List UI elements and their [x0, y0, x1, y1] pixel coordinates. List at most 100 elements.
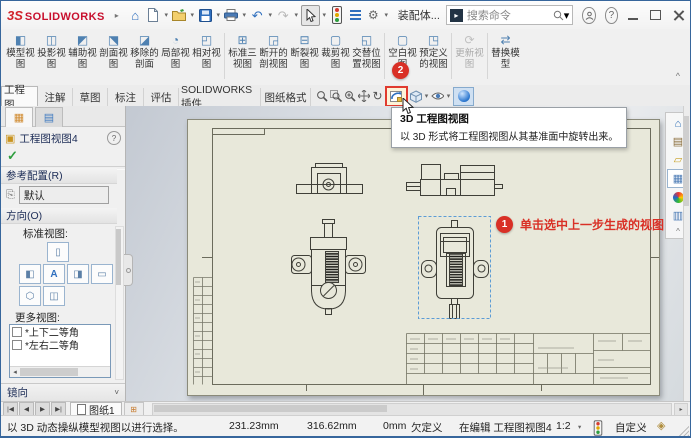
- file-explorer-button[interactable]: ▱: [668, 151, 683, 168]
- nav-prev-button[interactable]: ◀: [19, 402, 34, 416]
- back-view-button[interactable]: ▭: [91, 264, 113, 284]
- print-button[interactable]: [223, 6, 240, 25]
- checkbox-icon[interactable]: [12, 327, 22, 337]
- ribbon-relative-view-button[interactable]: ◰相对视图: [191, 29, 222, 70]
- top-view-button[interactable]: ◫: [43, 286, 65, 306]
- add-sheet-tab[interactable]: ⊞: [124, 402, 144, 416]
- unit-system[interactable]: 自定义: [615, 420, 647, 435]
- listbox-hscrollbar[interactable]: ◂: [10, 366, 110, 377]
- nav-next-button[interactable]: ▶: [35, 402, 50, 416]
- tags-icon[interactable]: ◈: [657, 419, 665, 432]
- open-dropdown-icon[interactable]: ▾: [189, 11, 196, 19]
- orientation-header[interactable]: 方向(O): [1, 208, 117, 224]
- redo-dropdown-icon[interactable]: ▾: [293, 11, 300, 19]
- search-dropdown-icon[interactable]: ▾: [564, 9, 570, 22]
- drawing-view-selected[interactable]: [422, 221, 489, 319]
- feature-manager-tab[interactable]: ▤: [35, 107, 63, 127]
- tab-sketch[interactable]: 草图: [73, 88, 108, 106]
- command-search[interactable]: ▸ 搜索命令 ▾: [446, 5, 573, 25]
- sheet-tab[interactable]: 图纸1: [70, 402, 122, 416]
- options-button[interactable]: ⚙: [365, 6, 382, 25]
- drawing-viewport[interactable]: 1 单击选中上一步生成的视图 ⌂ ▤ ▱ ▦ ▥ ^: [126, 106, 683, 401]
- select-dropdown-icon[interactable]: ▾: [321, 11, 328, 19]
- save-dropdown-icon[interactable]: ▾: [215, 11, 222, 19]
- ribbon-predefined-view-button[interactable]: ◳预定义的视图: [418, 29, 449, 70]
- reference-config-header[interactable]: 参考配置(R): [1, 168, 117, 184]
- open-button[interactable]: [171, 6, 188, 25]
- nav-first-button[interactable]: |◀: [3, 402, 18, 416]
- annotation-view-button[interactable]: A: [43, 264, 65, 284]
- save-button[interactable]: [197, 6, 214, 25]
- home-button[interactable]: ⌂: [127, 6, 144, 25]
- view-orientation-dropdown-icon[interactable]: ▾: [423, 92, 430, 100]
- login-button[interactable]: [582, 7, 595, 24]
- custom-properties-button[interactable]: ▥: [668, 207, 683, 224]
- right-view-button[interactable]: ◨: [67, 264, 89, 284]
- zoom-in-out-button[interactable]: [343, 88, 356, 104]
- nav-last-button[interactable]: ▶|: [51, 402, 66, 416]
- ribbon-removed-section-button[interactable]: ◪移除的剖面: [129, 29, 160, 70]
- resources-button[interactable]: ⌂: [668, 115, 683, 132]
- ok-button[interactable]: ✓: [7, 148, 18, 164]
- scroll-right-button[interactable]: ▸: [674, 403, 688, 416]
- tab-sheet-format[interactable]: 图纸格式: [261, 88, 311, 106]
- ribbon-detail-view-button[interactable]: ◔局部视图: [160, 29, 191, 70]
- resize-grip[interactable]: [679, 426, 689, 436]
- ribbon-projected-view-button[interactable]: ◫投影视图: [36, 29, 67, 70]
- close-button[interactable]: [673, 10, 684, 20]
- panel-vscrollbar[interactable]: [115, 226, 124, 380]
- help-button[interactable]: ?: [605, 7, 618, 24]
- tab-drawing[interactable]: 工程图: [1, 86, 38, 106]
- appearances-button[interactable]: [668, 189, 683, 206]
- search-icon[interactable]: [553, 10, 564, 21]
- pan-button[interactable]: [357, 88, 370, 104]
- checkbox-icon[interactable]: [12, 340, 22, 350]
- drawing-sheet[interactable]: 1 单击选中上一步生成的视图: [187, 119, 660, 396]
- left-view-button[interactable]: ◧: [19, 264, 41, 284]
- select-button[interactable]: [301, 5, 320, 26]
- panel-splitter-handle[interactable]: [124, 254, 133, 286]
- scroll-thumb[interactable]: [684, 116, 689, 206]
- new-dropdown-icon[interactable]: ▾: [163, 11, 170, 19]
- tab-addins[interactable]: SOLIDWORKS 插件: [179, 88, 261, 106]
- zoom-area-button[interactable]: [329, 88, 342, 104]
- property-manager-tab[interactable]: ▦: [5, 107, 33, 127]
- scale-dropdown-icon[interactable]: ▾: [578, 423, 581, 431]
- print-dropdown-icon[interactable]: ▾: [241, 11, 248, 19]
- ribbon-section-view-button[interactable]: ⬔剖面视图: [98, 29, 129, 70]
- unit-dropdown-icon[interactable]: ▾: [643, 423, 646, 431]
- view-palette-button[interactable]: ▦: [667, 169, 683, 188]
- ribbon-break-view-button[interactable]: ⊟断裂视图: [289, 29, 320, 70]
- toolbar-flyout-icon[interactable]: ▸: [115, 11, 119, 20]
- tab-annotation[interactable]: 注解: [38, 88, 73, 106]
- scroll-left-icon[interactable]: ◂: [10, 368, 20, 376]
- ribbon-alternate-position-button[interactable]: ◱交替位置视图: [351, 29, 382, 70]
- sheet-scale[interactable]: 1:2: [556, 420, 571, 432]
- scroll-thumb[interactable]: [116, 229, 121, 285]
- undo-button[interactable]: ↶: [249, 6, 266, 25]
- ribbon-auxiliary-view-button[interactable]: ◩辅助视图: [67, 29, 98, 70]
- drawing-view-top-right[interactable]: [407, 165, 503, 196]
- viewport-vscrollbar[interactable]: [683, 106, 690, 401]
- ribbon-replace-model-button[interactable]: ⇄替换模型: [490, 29, 521, 70]
- zoom-fit-button[interactable]: [315, 88, 328, 104]
- scroll-thumb[interactable]: [20, 368, 78, 376]
- mirror-section-header[interactable]: 镜向 ˅: [1, 383, 125, 401]
- task-pane-collapse-icon[interactable]: ^: [676, 227, 680, 236]
- rebuild-button[interactable]: [329, 6, 346, 25]
- list-item-trimetric[interactable]: *左右二等角: [10, 338, 110, 351]
- scroll-thumb[interactable]: [154, 405, 387, 412]
- display-style-dropdown-icon[interactable]: ▾: [445, 92, 452, 100]
- config-dropdown[interactable]: 默认: [19, 186, 109, 204]
- view-settings-button[interactable]: [453, 87, 474, 106]
- viewport-hscrollbar[interactable]: [152, 403, 672, 416]
- redo-button[interactable]: ↷: [275, 6, 292, 25]
- ribbon-crop-view-button[interactable]: ▢裁剪视图: [320, 29, 351, 70]
- display-style-button[interactable]: [431, 88, 444, 104]
- rotate-view-button[interactable]: ↻: [371, 88, 384, 104]
- undo-dropdown-icon[interactable]: ▾: [267, 11, 274, 19]
- ribbon-broken-out-section-button[interactable]: ◲断开的剖视图: [258, 29, 289, 70]
- isometric-view-button[interactable]: ⬡: [19, 286, 41, 306]
- ribbon-collapse-icon[interactable]: ^: [676, 71, 680, 81]
- drawing-view-bottom-left[interactable]: [292, 220, 366, 315]
